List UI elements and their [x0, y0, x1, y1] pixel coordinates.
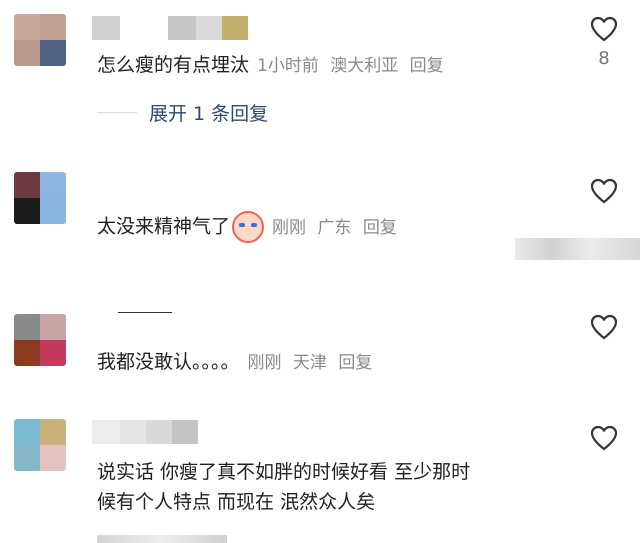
- username-blurred[interactable]: [92, 16, 248, 40]
- comment-text: 说实话 你瘦了真不如胖的时候好看 至少那时 候有个人特点 而现在 泯然众人矣: [97, 457, 470, 517]
- expand-replies-label[interactable]: 展开 1 条回复: [149, 99, 268, 126]
- comment-body-line-2: 候有个人特点 而现在 泯然众人矣: [97, 491, 376, 513]
- username-blurred[interactable]: [92, 420, 198, 444]
- avatar[interactable]: [14, 314, 66, 366]
- comment-meta: 1小时前 澳大利亚 回复: [257, 56, 450, 76]
- blurred-meta: [97, 535, 227, 543]
- comment-time: 1小时前: [257, 56, 319, 76]
- comment-body: 我都没敢认。。。。: [97, 351, 240, 373]
- comment-text: 怎么瘦的有点埋汰 1小时前 澳大利亚 回复: [97, 50, 450, 81]
- like-button[interactable]: [586, 425, 622, 451]
- comment-text: 我都没敢认。。。。 刚刚 天津 回复: [97, 347, 378, 378]
- like-button[interactable]: [586, 178, 622, 204]
- heart-outline-icon[interactable]: [590, 178, 618, 204]
- comment-time: 刚刚: [272, 217, 307, 238]
- comment-meta: 刚刚 广东 回复: [272, 218, 403, 238]
- like-button[interactable]: [586, 314, 622, 340]
- crying-face-emoji: [232, 211, 265, 243]
- heart-outline-icon[interactable]: [590, 16, 618, 42]
- comment-location: 天津: [292, 353, 327, 373]
- comment-body-line-1: 说实话 你瘦了真不如胖的时候好看 至少那时: [97, 461, 471, 483]
- comment-time: 刚刚: [247, 353, 282, 373]
- expand-replies-button[interactable]: 展开 1 条回复: [97, 99, 268, 126]
- avatar[interactable]: [14, 172, 66, 224]
- divider-line: [97, 112, 137, 113]
- heart-outline-icon[interactable]: [590, 314, 618, 340]
- comment-location: 广东: [317, 217, 352, 238]
- heart-outline-icon[interactable]: [590, 425, 618, 451]
- reply-button[interactable]: 回复: [363, 218, 397, 238]
- comment-meta: 刚刚 天津 回复: [248, 353, 379, 373]
- comment-body: 怎么瘦的有点埋汰: [97, 54, 250, 76]
- reply-button[interactable]: 回复: [338, 353, 372, 373]
- avatar[interactable]: [14, 14, 66, 66]
- comment-body: 太没来精神气了: [97, 215, 231, 238]
- comment-text: 太没来精神气了 刚刚 广东 回复: [97, 211, 403, 243]
- blurred-overlay: [515, 238, 640, 260]
- like-count: 8: [598, 48, 610, 69]
- avatar[interactable]: [14, 419, 66, 471]
- username-underline: [118, 312, 172, 313]
- reply-button[interactable]: 回复: [410, 56, 444, 76]
- comment-location: 澳大利亚: [330, 56, 399, 76]
- like-button[interactable]: 8: [586, 16, 622, 69]
